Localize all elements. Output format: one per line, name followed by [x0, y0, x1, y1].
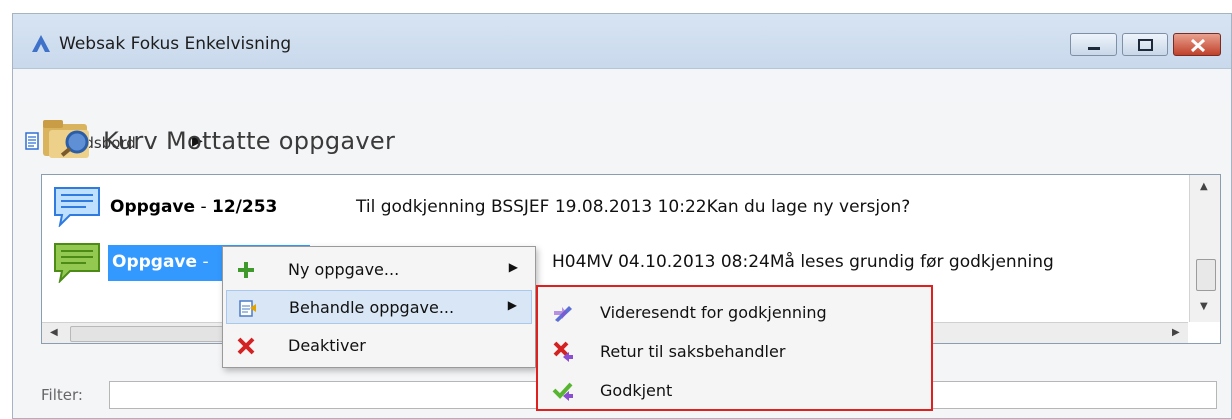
task-description: H04MV 04.10.2013 08:24Må leses grundig f…: [552, 252, 1054, 272]
scroll-up-icon[interactable]: ▲: [1200, 181, 1208, 192]
menu-item-behandle-oppgave[interactable]: Behandle oppgave... ▶: [226, 290, 532, 324]
close-button[interactable]: [1173, 33, 1221, 56]
task-title: Oppgave - 12/253: [110, 197, 277, 217]
maximize-button[interactable]: [1122, 33, 1168, 56]
submenu-arrow-icon: ▶: [507, 298, 517, 312]
context-menu: Ny oppgave... ▶ Behandle oppgave... ▶ De…: [222, 246, 536, 368]
scroll-right-icon[interactable]: ▶: [1172, 327, 1180, 338]
vertical-scrollbar[interactable]: ▲ ▼: [1189, 175, 1220, 322]
return-icon: [553, 341, 573, 362]
submenu-behandle: Videresendt for godkjenning Retur til sa…: [536, 285, 933, 411]
vertical-scroll-thumb[interactable]: [1196, 259, 1216, 291]
menu-item-label: Ny oppgave...: [288, 260, 400, 279]
list-item[interactable]: Oppgave - 12/253 Til godkjenning BSSJEF …: [42, 181, 1182, 233]
task-separator: -: [195, 197, 212, 217]
maximize-icon: [1138, 39, 1153, 51]
list-item[interactable]: Oppgave - H04MV 04.10.2013 08:24Må leses…: [42, 237, 1182, 289]
submenu-arrow-icon: ▶: [508, 260, 518, 274]
menu-item-label: Behandle oppgave...: [289, 298, 455, 317]
x-icon: [237, 337, 255, 355]
speech-bubble-green-icon: [54, 243, 100, 283]
task-type: Oppgave: [112, 252, 198, 272]
menu-item-godkjent[interactable]: Godkjent: [544, 371, 928, 409]
task-type: Oppgave: [110, 197, 196, 217]
plus-icon: [238, 262, 254, 278]
menu-item-ny-oppgave[interactable]: Ny oppgave... ▶: [226, 253, 532, 287]
menu-item-videresendt[interactable]: Videresendt for godkjenning: [544, 293, 928, 331]
approve-icon: [552, 382, 573, 401]
menu-item-label: Retur til saksbehandler: [600, 342, 786, 361]
menu-item-label: Deaktiver: [288, 336, 366, 355]
menu-item-label: Videresendt for godkjenning: [600, 303, 827, 322]
speech-bubble-blue-icon: [54, 187, 100, 227]
page-title: Kurv Mottatte oppgaver: [103, 127, 396, 155]
menu-item-retur[interactable]: Retur til saksbehandler: [544, 332, 928, 370]
app-icon: [32, 35, 50, 52]
menu-bar: Arbeidsbord ▶: [13, 69, 1231, 152]
scroll-down-icon[interactable]: ▼: [1200, 301, 1208, 312]
window-title: Websak Fokus Enkelvisning: [59, 34, 292, 54]
close-icon: [1190, 38, 1206, 53]
menu-item-label: Godkjent: [600, 381, 673, 400]
scroll-left-icon[interactable]: ◀: [50, 327, 58, 338]
task-title: Oppgave -: [112, 252, 209, 272]
task-description: Til godkjenning BSSJEF 19.08.2013 10:22K…: [356, 197, 911, 217]
task-id: 12/253: [212, 197, 278, 217]
filter-label: Filter:: [41, 386, 83, 404]
clipboard-icon: [239, 300, 256, 317]
forward-pen-icon: [554, 306, 572, 322]
task-separator: -: [197, 252, 209, 272]
title-bar: Websak Fokus Enkelvisning: [13, 14, 1231, 69]
minimize-icon: [1088, 47, 1100, 50]
minimize-button[interactable]: [1070, 33, 1117, 56]
document-icon: [25, 132, 39, 150]
folder-search-icon: [43, 120, 89, 158]
menu-item-deaktiver[interactable]: Deaktiver: [226, 329, 532, 363]
